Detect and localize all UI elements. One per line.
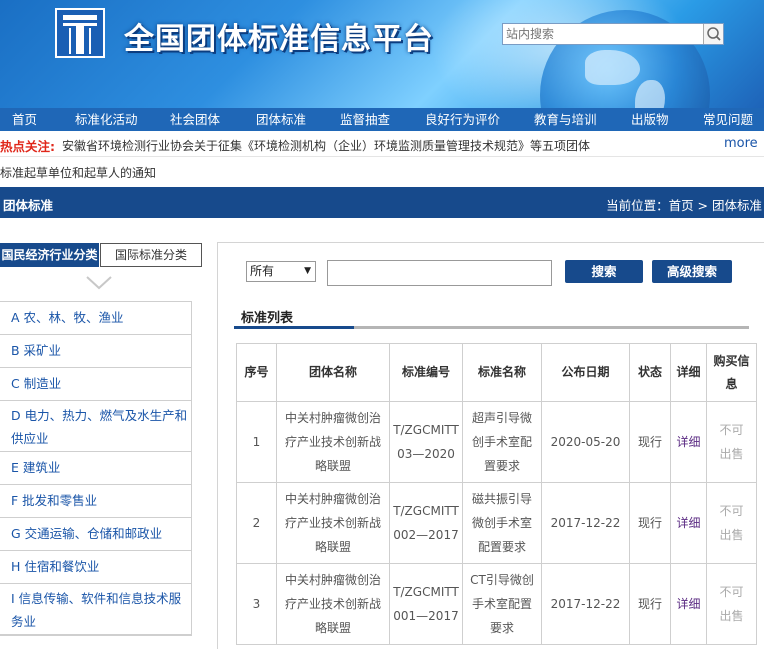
list-title: 标准列表 (241, 311, 294, 326)
hot-notice-link[interactable]: 安徽省环境检测行业协会关于征集《环境检测机构（企业）环境监测质量管理技术规范》等… (62, 137, 590, 154)
category-item[interactable]: G 交通运输、仓储和邮政业 (0, 518, 191, 551)
column-header: 购买信息 (706, 343, 757, 402)
category-list: A 农、林、牧、渔业 B 采矿业 C 制造业 D 电力、热力、燃气及水生产和供应… (0, 301, 192, 636)
category-item[interactable]: A 农、林、牧、渔业 (0, 302, 191, 335)
cell-name[interactable]: CT引导微创手术室配置要求 (462, 563, 542, 645)
dropdown-arrow-icon: ▼ (304, 266, 311, 276)
site-banner: 全国团体标准信息平台 (0, 0, 764, 108)
site-logo[interactable] (55, 8, 105, 58)
cell-code: T/ZGCMITT 03—2020 (389, 401, 463, 483)
cell-org: 中关村肿瘤微创治疗产业技术创新战略联盟 (276, 401, 390, 483)
table-header-row: 序号 团体名称 标准编号 标准名称 公布日期 状态 详细 购买信息 (236, 343, 757, 402)
cell-code: T/ZGCMITT 002—2017 (389, 482, 463, 564)
advanced-search-button[interactable]: 高级搜索 (652, 260, 732, 283)
cell-code: T/ZGCMITT 001—2017 (389, 563, 463, 645)
section-title: 团体标准 (3, 198, 54, 213)
tab-international-classification[interactable]: 国际标准分类 (100, 243, 202, 267)
scope-select[interactable]: 所有 ▼ (246, 261, 316, 282)
cell-org: 中关村肿瘤微创治疗产业技术创新战略联盟 (276, 482, 390, 564)
cell-status: 现行 (629, 563, 671, 645)
column-header: 团体名称 (276, 343, 390, 402)
table-row: 1 中关村肿瘤微创治疗产业技术创新战略联盟 T/ZGCMITT 03—2020 … (236, 401, 757, 483)
site-search (502, 23, 724, 45)
cell-buy: 不可出售 (706, 563, 757, 645)
hot-notice: 热点关注: 安徽省环境检测行业协会关于征集《环境检测机构（企业）环境监测质量管理… (0, 131, 764, 157)
detail-link[interactable]: 详细 (670, 401, 707, 483)
hot-notice-continuation[interactable]: 标准起草单位和起草人的通知 (0, 164, 156, 181)
cell-name[interactable]: 超声引导微创手术室配置要求 (462, 401, 542, 483)
cell-no: 2 (236, 482, 277, 564)
category-item[interactable]: F 批发和零售业 (0, 485, 191, 518)
nav-item-education[interactable]: 教育与培训 (534, 108, 597, 131)
cell-org: 中关村肿瘤微创治疗产业技术创新战略联盟 (276, 563, 390, 645)
chevron-down-icon (86, 276, 112, 290)
cell-date: 2020-05-20 (541, 401, 630, 483)
cell-buy: 不可出售 (706, 482, 757, 564)
category-item[interactable]: E 建筑业 (0, 452, 191, 485)
site-title: 全国团体标准信息平台 (124, 22, 434, 57)
category-item[interactable]: C 制造业 (0, 368, 191, 401)
table-row: 2 中关村肿瘤微创治疗产业技术创新战略联盟 T/ZGCMITT 002—2017… (236, 482, 757, 564)
nav-item-organizations[interactable]: 社会团体 (170, 108, 220, 131)
breadcrumb[interactable]: 当前位置：首页 > 团体标准 (606, 195, 762, 214)
main-nav: 首页 标准化活动 社会团体 团体标准 监督抽查 良好行为评价 教育与培训 出版物… (0, 108, 764, 131)
category-item[interactable]: D 电力、热力、燃气及水生产和供应业 (0, 401, 191, 452)
standards-table: 序号 团体名称 标准编号 标准名称 公布日期 状态 详细 购买信息 1 中关村肿… (236, 343, 757, 645)
category-tabs: 国民经济行业分类 国际标准分类 (0, 243, 202, 267)
column-header: 详细 (670, 343, 707, 402)
detail-link[interactable]: 详细 (670, 563, 707, 645)
category-item[interactable]: I 信息传输、软件和信息技术服务业 (0, 584, 191, 635)
search-icon (707, 27, 721, 41)
site-search-input[interactable] (503, 24, 703, 44)
table-row: 3 中关村肿瘤微创治疗产业技术创新战略联盟 T/ZGCMITT 001—2017… (236, 563, 757, 645)
nav-item-inspection[interactable]: 监督抽查 (340, 108, 390, 131)
tab-industry-classification[interactable]: 国民经济行业分类 (0, 243, 99, 267)
list-title-underline (234, 326, 354, 329)
nav-item-evaluation[interactable]: 良好行为评价 (425, 108, 500, 131)
column-header: 标准编号 (389, 343, 463, 402)
nav-item-publications[interactable]: 出版物 (631, 108, 669, 131)
search-submit-button[interactable]: 搜索 (565, 260, 643, 283)
search-button[interactable] (703, 24, 723, 44)
more-link[interactable]: more (724, 136, 758, 151)
column-header: 公布日期 (541, 343, 630, 402)
category-item[interactable]: B 采矿业 (0, 335, 191, 368)
nav-item-faq[interactable]: 常见问题 (703, 108, 753, 131)
cell-buy: 不可出售 (706, 401, 757, 483)
category-item[interactable]: H 住宿和餐饮业 (0, 551, 191, 584)
column-header: 状态 (629, 343, 671, 402)
column-header: 序号 (236, 343, 277, 402)
detail-link[interactable]: 详细 (670, 482, 707, 564)
nav-item-standardization[interactable]: 标准化活动 (75, 108, 138, 131)
cell-name[interactable]: 磁共振引导微创手术室配置要求 (462, 482, 542, 564)
cell-status: 现行 (629, 482, 671, 564)
nav-item-home[interactable]: 首页 (12, 108, 37, 131)
cell-no: 3 (236, 563, 277, 645)
keyword-input[interactable] (327, 260, 552, 286)
section-header: 团体标准 当前位置：首页 > 团体标准 (0, 187, 764, 218)
cell-date: 2017-12-22 (541, 563, 630, 645)
scope-select-value: 所有 (250, 264, 275, 278)
nav-item-group-standards[interactable]: 团体标准 (256, 108, 306, 131)
cell-no: 1 (236, 401, 277, 483)
column-header: 标准名称 (462, 343, 542, 402)
cell-status: 现行 (629, 401, 671, 483)
hot-label: 热点关注: (0, 139, 55, 154)
cell-date: 2017-12-22 (541, 482, 630, 564)
